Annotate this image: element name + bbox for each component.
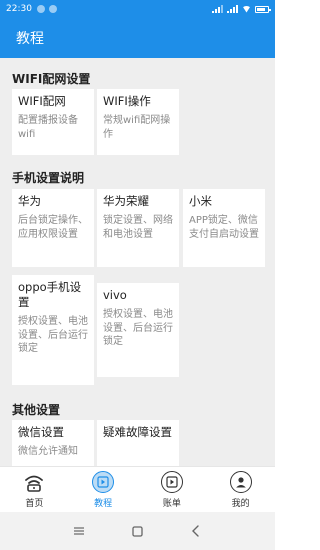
status-icons	[212, 5, 271, 13]
card-desc: 授权设置、电池设置、后台运行锁定	[103, 309, 173, 347]
section-title-other: 其他设置	[12, 403, 61, 417]
nav-label: 我的	[231, 499, 250, 509]
card-title: WIFI配网	[18, 94, 66, 108]
home-square-icon[interactable]	[127, 521, 147, 541]
nav-item-tutorial[interactable]: 教程	[69, 467, 138, 512]
card-title: 疑难故障设置	[103, 425, 172, 439]
card-desc: 后台锁定操作、应用权限设置	[18, 215, 88, 240]
phone-screen: 22:30 教程 WIFI配网设置 WIFI配网 配置播报设备wifi WIFI…	[0, 0, 275, 550]
nav-label: 首页	[25, 499, 44, 509]
nav-label: 教程	[94, 499, 113, 509]
card-title: 小米	[189, 194, 212, 208]
card-desc: 常规wifi配网操作	[103, 115, 171, 140]
system-nav-bar	[0, 512, 275, 550]
card-oppo[interactable]: oppo手机设置 授权设置、电池设置、后台运行锁定	[12, 275, 94, 385]
card-wechat-settings[interactable]: 微信设置 微信允许通知	[12, 420, 94, 466]
bottom-nav: 首页 教程 账单 我的	[0, 466, 275, 512]
section-title-phone: 手机设置说明	[12, 171, 85, 185]
bill-icon	[160, 471, 183, 493]
wifi-icon	[242, 5, 251, 13]
profile-icon	[229, 471, 252, 493]
card-desc: 配置播报设备wifi	[18, 115, 78, 140]
cellular-signal-icon	[212, 5, 223, 13]
nav-item-profile[interactable]: 我的	[206, 467, 275, 512]
card-huawei[interactable]: 华为 后台锁定操作、应用权限设置	[12, 189, 94, 267]
card-title: vivo	[103, 288, 127, 302]
card-wifi-config[interactable]: WIFI配网 配置播报设备wifi	[12, 89, 94, 155]
status-bar: 22:30	[0, 0, 275, 18]
app-bar: 教程	[0, 18, 275, 58]
page-title: 教程	[16, 31, 44, 47]
nav-item-home[interactable]: 首页	[0, 467, 69, 512]
card-desc: 授权设置、电池设置、后台运行锁定	[18, 316, 88, 354]
card-honor[interactable]: 华为荣耀 锁定设置、网络和电池设置	[97, 189, 179, 267]
card-desc: APP锁定、微信支付自启动设置	[189, 215, 259, 240]
play-book-icon	[92, 471, 115, 493]
card-xiaomi[interactable]: 小米 APP锁定、微信支付自启动设置	[183, 189, 265, 267]
battery-icon	[255, 5, 271, 13]
notification-icon	[48, 5, 57, 13]
card-desc: 锁定设置、网络和电池设置	[103, 215, 173, 240]
back-icon[interactable]	[186, 521, 206, 541]
card-title: 华为荣耀	[103, 194, 149, 208]
status-time: 22:30	[6, 4, 32, 14]
nav-item-bill[interactable]: 账单	[138, 467, 207, 512]
card-wifi-operation[interactable]: WIFI操作 常规wifi配网操作	[97, 89, 179, 155]
notification-icon	[36, 5, 45, 13]
card-title: 华为	[18, 194, 41, 208]
card-title: 微信设置	[18, 425, 64, 439]
card-vivo[interactable]: vivo 授权设置、电池设置、后台运行锁定	[97, 283, 179, 377]
card-title: oppo手机设置	[18, 280, 82, 309]
card-troubleshooting[interactable]: 疑难故障设置	[97, 420, 179, 466]
cellular-signal-icon	[227, 5, 238, 13]
tutorial-content[interactable]: WIFI配网设置 WIFI配网 配置播报设备wifi WIFI操作 常规wifi…	[0, 58, 275, 466]
nav-label: 账单	[162, 499, 181, 509]
wifi-signal-icon	[25, 475, 44, 492]
card-title: WIFI操作	[103, 94, 151, 108]
section-title-wifi: WIFI配网设置	[12, 72, 91, 86]
menu-icon[interactable]	[69, 521, 89, 541]
card-desc: 微信允许通知	[18, 446, 78, 457]
